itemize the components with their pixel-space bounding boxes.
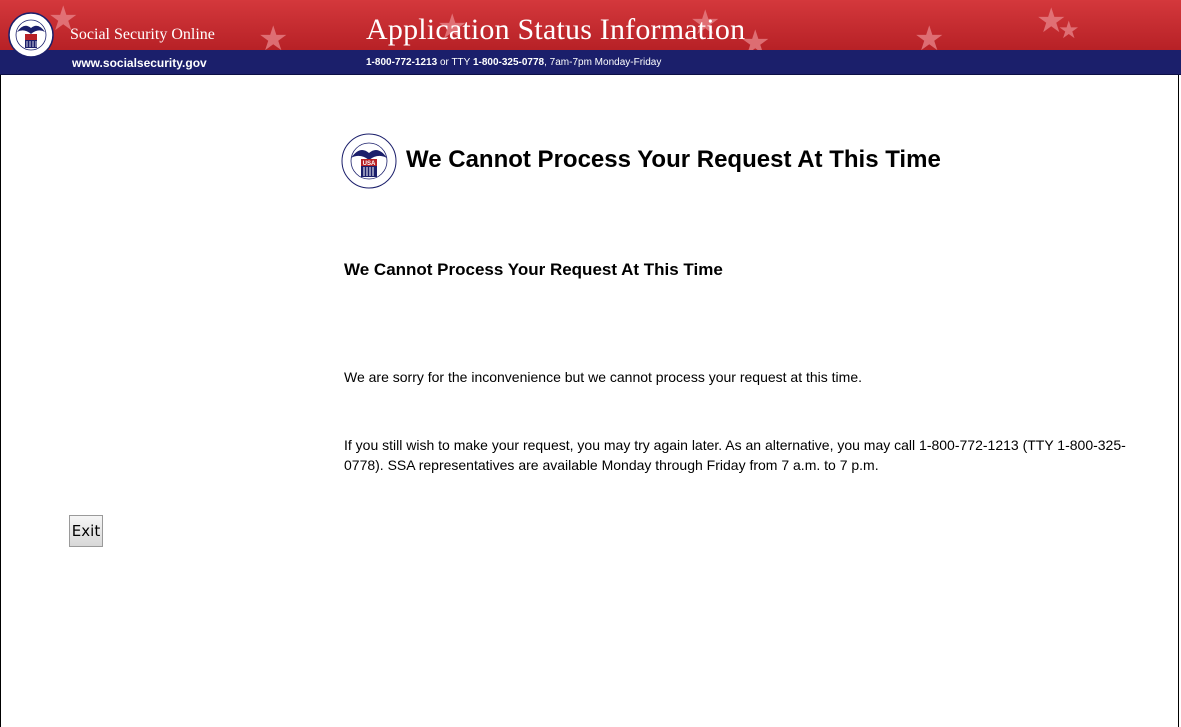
page-frame xyxy=(0,0,1179,727)
star-icon: ★ xyxy=(258,20,289,50)
star-icon: ★ xyxy=(914,20,945,50)
site-name[interactable]: Social Security Online xyxy=(70,26,215,44)
exit-button[interactable]: Exit xyxy=(69,515,103,547)
phone-tty: 1-800-325-0778 xyxy=(472,57,545,68)
app-title: Application Status Information xyxy=(366,13,746,46)
phone-or: or TTY xyxy=(437,57,473,68)
phone-info: 1-800-772-1213 or TTY 1-800-325-0778, 7a… xyxy=(366,57,661,68)
site-banner: ★ ★ ★ ★ ★ ★ ★ ★ Social Security Online w… xyxy=(0,0,1181,75)
apology-text: We are sorry for the inconvenience but w… xyxy=(344,369,862,385)
site-url[interactable]: www.socialsecurity.gov xyxy=(72,56,207,70)
phone-main: 1-800-772-1213 xyxy=(366,57,438,68)
ssa-seal-icon xyxy=(8,12,54,58)
page-subtitle: We Cannot Process Your Request At This T… xyxy=(344,260,723,279)
star-icon: ★ xyxy=(1058,17,1080,44)
ssa-seal-large-icon: USA xyxy=(341,133,397,189)
page-title: We Cannot Process Your Request At This T… xyxy=(406,146,941,173)
phone-hours: , 7am-7pm Monday-Friday xyxy=(544,57,662,68)
alternative-text: If you still wish to make your request, … xyxy=(344,437,1126,473)
